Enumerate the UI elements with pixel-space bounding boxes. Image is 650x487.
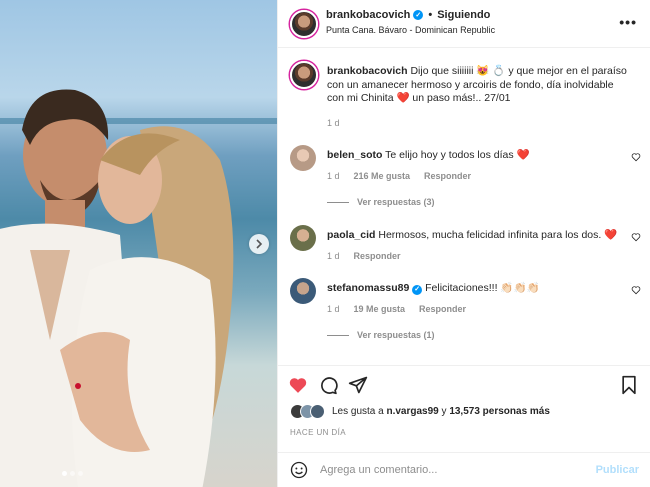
view-replies-button[interactable]: Ver respuestas (1): [327, 330, 435, 340]
carousel-dot: [78, 471, 83, 476]
emoji-icon[interactable]: [290, 461, 308, 479]
comment-username[interactable]: belen_soto: [327, 149, 382, 161]
post-location[interactable]: Punta Cana. Bávaro - Dominican Republic: [326, 25, 495, 35]
comment-age: 1 d: [327, 304, 340, 314]
view-replies-label[interactable]: Ver respuestas (1): [357, 330, 435, 340]
comment-username[interactable]: paola_cid: [327, 229, 375, 241]
likes-prefix: Les gusta a: [332, 406, 387, 417]
author-avatar[interactable]: [290, 10, 318, 38]
carousel-next-button[interactable]: [249, 234, 269, 254]
comments-list[interactable]: brankobacovich Dijo que siiiiiii 😻 💍 y q…: [278, 49, 650, 365]
post-dialog: brankobacovich ✓ • Siguiendo Punta Cana.…: [0, 0, 650, 487]
view-replies-label[interactable]: Ver respuestas (3): [357, 197, 435, 207]
comment-item: stefanomassu89 ✓ Felicitaciones!!! 👏🏻👏🏻👏…: [290, 278, 645, 348]
liked-heart-icon[interactable]: [288, 375, 308, 395]
comment-meta: 1 d 216 Me gusta Responder: [327, 171, 471, 181]
comment-bubble-icon[interactable]: [318, 375, 338, 395]
caption-item: brankobacovich Dijo que siiiiiii 😻 💍 y q…: [290, 61, 645, 131]
comment-like-heart-icon[interactable]: [631, 152, 641, 162]
comment-input[interactable]: [320, 459, 590, 481]
post-header: brankobacovich ✓ • Siguiendo Punta Cana.…: [278, 0, 650, 48]
comment-avatar[interactable]: [290, 278, 316, 304]
post-photo[interactable]: [0, 0, 277, 487]
more-options-icon[interactable]: •••: [619, 14, 637, 30]
comment-text: Hermosos, mucha felicidad infinita para …: [378, 229, 618, 241]
publish-button[interactable]: Publicar: [596, 464, 639, 476]
save-bookmark-icon[interactable]: [619, 375, 639, 395]
comment-text-block: belen_soto Te elijo hoy y todos los días…: [327, 149, 627, 163]
caption-text-block: brankobacovich Dijo que siiiiiii 😻 💍 y q…: [327, 65, 627, 106]
caption-avatar[interactable]: [290, 61, 318, 89]
comment-like-heart-icon[interactable]: [631, 232, 641, 242]
comment-meta: 1 d Responder: [327, 251, 401, 261]
comment-meta: 1 d 19 Me gusta Responder: [327, 304, 466, 314]
likes-count[interactable]: 13,573 personas más: [449, 406, 550, 417]
comment-likes[interactable]: 216 Me gusta: [354, 171, 411, 181]
liker-avatars: [290, 404, 325, 419]
comment-like-heart-icon[interactable]: [631, 285, 641, 295]
comment-text-block: stefanomassu89 ✓ Felicitaciones!!! 👏🏻👏🏻👏…: [327, 282, 627, 296]
likes-middle: y: [438, 406, 450, 417]
post-action-bar: [278, 365, 650, 401]
comment-item: belen_soto Te elijo hoy y todos los días…: [290, 145, 645, 215]
following-button[interactable]: Siguiendo: [437, 9, 490, 21]
comment-composer: Publicar: [278, 452, 650, 487]
comment-reply-button[interactable]: Responder: [424, 171, 471, 181]
view-replies-button[interactable]: Ver respuestas (3): [327, 197, 435, 207]
likes-text: Les gusta a n.vargas99 y 13,573 personas…: [332, 406, 550, 417]
comment-likes[interactable]: 19 Me gusta: [354, 304, 406, 314]
author-username[interactable]: brankobacovich: [326, 9, 410, 21]
verified-badge-icon: ✓: [413, 10, 424, 20]
caption-meta: 1 d: [327, 118, 340, 128]
comment-reply-button[interactable]: Responder: [354, 251, 401, 261]
header-separator: •: [428, 9, 433, 21]
replies-divider: [327, 201, 349, 203]
verified-badge-icon: ✓: [412, 284, 423, 295]
carousel-dot: [70, 471, 75, 476]
comment-avatar[interactable]: [290, 225, 316, 251]
carousel-dots: [62, 471, 83, 476]
likes-summary: Les gusta a n.vargas99 y 13,573 personas…: [290, 404, 550, 419]
comment-text: Te elijo hoy y todos los días ❤️: [385, 149, 530, 161]
comment-text: Felicitaciones!!! 👏🏻👏🏻👏🏻: [425, 282, 540, 294]
post-timestamp[interactable]: HACE UN DÍA: [290, 428, 346, 437]
share-send-icon[interactable]: [348, 375, 368, 395]
header-user-row: brankobacovich ✓ • Siguiendo: [326, 9, 490, 21]
comment-text-block: paola_cid Hermosos, mucha felicidad infi…: [327, 229, 627, 243]
comment-age: 1 d: [327, 251, 340, 261]
caption-age: 1 d: [327, 118, 340, 128]
likes-user[interactable]: n.vargas99: [386, 406, 438, 417]
replies-divider: [327, 334, 349, 336]
caption-username[interactable]: brankobacovich: [327, 65, 408, 77]
liker-avatar[interactable]: [310, 404, 325, 419]
comment-avatar[interactable]: [290, 145, 316, 171]
photo-woman-figure: [60, 126, 234, 487]
comment-reply-button[interactable]: Responder: [419, 304, 466, 314]
comment-age: 1 d: [327, 171, 340, 181]
comment-username[interactable]: stefanomassu89: [327, 282, 409, 294]
post-side-panel: brankobacovich ✓ • Siguiendo Punta Cana.…: [277, 0, 650, 487]
carousel-dot-active: [62, 471, 67, 476]
comment-item: paola_cid Hermosos, mucha felicidad infi…: [290, 225, 645, 265]
chevron-right-icon: [256, 239, 263, 249]
